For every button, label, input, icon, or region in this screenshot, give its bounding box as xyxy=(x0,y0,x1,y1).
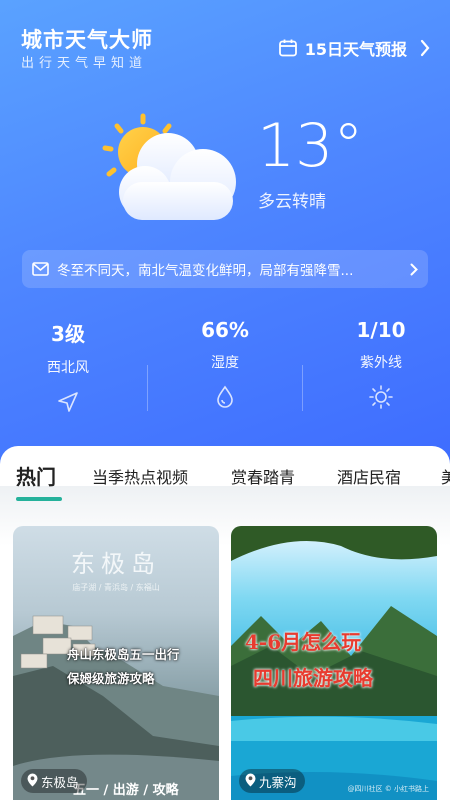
humidity-value: 66% xyxy=(201,318,249,342)
wind-value: 3级 xyxy=(51,322,85,346)
app-subtitle: 出行天气早知道 xyxy=(21,56,148,71)
travel-content-panel: 热门 当季热点视频 赏春踏青 酒店民宿 美 东极岛 庙子湖 / 青浜岛 / 东福… xyxy=(0,446,450,800)
uv-value: 1/10 xyxy=(356,318,406,342)
app-title: 城市天气大师 xyxy=(21,28,153,52)
card-title: 4-6月怎么玩 xyxy=(245,630,362,654)
stat-divider xyxy=(147,365,148,411)
uv-label: 紫外线 xyxy=(360,355,402,371)
weather-condition: 多云转晴 xyxy=(258,192,326,212)
card-subtitle: 庙子湖 / 青浜岛 / 东福山 xyxy=(72,583,160,592)
location-pin-icon xyxy=(245,773,256,790)
current-temperature: 13° xyxy=(257,111,364,181)
forecast-15day-link[interactable]: 15日天气预报 xyxy=(278,36,430,60)
water-drop-icon xyxy=(212,384,238,410)
location-pin-icon xyxy=(27,773,38,790)
weather-stats: 3级 西北风 66% 湿度 1/10 紫外线 xyxy=(0,318,450,418)
card-title: 东极岛 xyxy=(71,550,161,578)
notice-text: 冬至不同天，南北气温变化鲜明，局部有强降雪... xyxy=(57,263,354,279)
card-title-2: 四川旅游攻略 xyxy=(253,666,373,690)
stat-wind: 3级 西北风 xyxy=(0,318,143,415)
wind-label: 西北风 xyxy=(47,360,89,376)
tab-hot[interactable]: 热门 xyxy=(16,461,56,490)
photo-credit: @四川社区 © 小红书路上 xyxy=(347,785,429,793)
navigation-arrow-icon xyxy=(55,389,81,415)
card-tags: 五一 / 出游 / 攻略 xyxy=(73,783,179,798)
humidity-label: 湿度 xyxy=(211,355,239,371)
mail-icon xyxy=(32,262,49,276)
calendar-icon xyxy=(278,38,298,58)
travel-card-jiuzhaigou[interactable]: 4-6月怎么玩 四川旅游攻略 @四川社区 © 小红书路上 九寨沟 xyxy=(231,526,437,800)
stat-divider xyxy=(302,365,303,411)
stat-uv: 1/10 紫外线 xyxy=(306,318,450,410)
chevron-right-icon xyxy=(410,263,418,276)
chevron-right-icon xyxy=(420,39,430,57)
weather-hero: 城市天气大师 出行天气早知道 15日天气预报 13° 多云转晴 冬至不同天，南北… xyxy=(0,0,450,470)
tab-seasonal-videos[interactable]: 当季热点视频 xyxy=(92,464,188,488)
partly-cloudy-icon xyxy=(95,112,245,227)
sun-icon xyxy=(368,384,394,410)
card-headline: 舟山东极岛五一出行 xyxy=(67,647,180,662)
category-tabs: 热门 当季热点视频 赏春踏青 酒店民宿 美 xyxy=(0,464,450,504)
tab-spring-outing[interactable]: 赏春踏青 xyxy=(231,464,295,488)
tab-more[interactable]: 美 xyxy=(441,464,450,488)
active-tab-indicator xyxy=(16,497,62,501)
location-label: 东极岛 xyxy=(41,774,79,790)
stat-humidity: 66% 湿度 xyxy=(150,318,300,410)
forecast-link-label: 15日天气预报 xyxy=(304,40,407,59)
weather-notice-banner[interactable]: 冬至不同天，南北气温变化鲜明，局部有强降雪... xyxy=(22,250,428,288)
card-headline-2: 保姆级旅游攻略 xyxy=(67,671,155,686)
location-tag[interactable]: 九寨沟 xyxy=(239,769,305,793)
tab-hotels[interactable]: 酒店民宿 xyxy=(337,464,401,488)
location-tag[interactable]: 东极岛 xyxy=(21,769,87,793)
location-label: 九寨沟 xyxy=(259,774,297,790)
travel-card-dongji[interactable]: 东极岛 庙子湖 / 青浜岛 / 东福山 舟山东极岛五一出行 保姆级旅游攻略 五一… xyxy=(13,526,219,800)
